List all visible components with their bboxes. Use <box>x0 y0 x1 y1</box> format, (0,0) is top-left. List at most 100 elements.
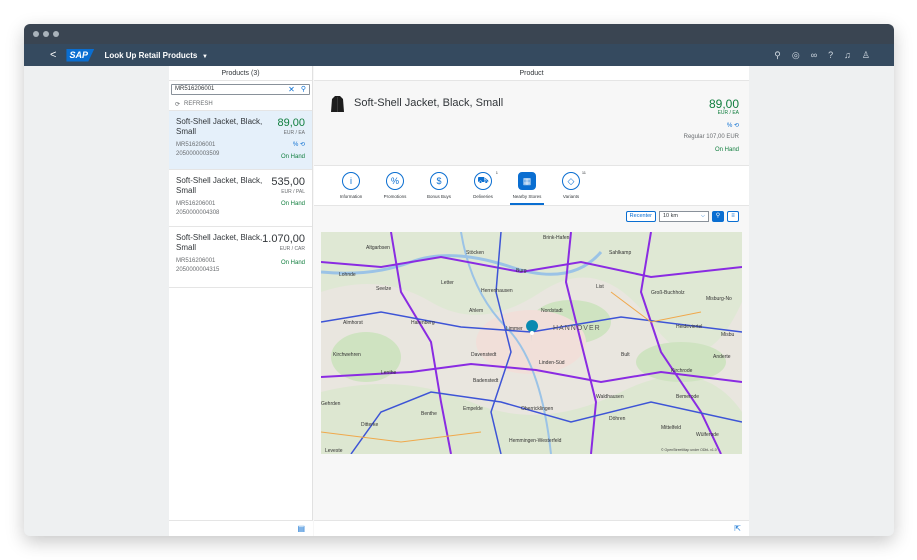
binoculars-icon[interactable]: ∞ <box>811 50 817 61</box>
store-map[interactable]: Brink-Hafen Altgarbsen Stöcken Sahlkamp Lohn… <box>321 232 742 454</box>
shell-bar: < SAP Look Up Retail Products ▼ ⚲ ◎ ∞ ? … <box>24 44 894 66</box>
tab-label: Deliveries <box>473 194 493 199</box>
map-label: Heideviertel <box>676 324 702 330</box>
list-item[interactable]: Soft-Shell Jacket, Black, Small 1.070,00… <box>169 226 312 288</box>
map-label: Ahlem <box>469 308 483 314</box>
tab-count: 1 <box>495 170 498 175</box>
item-name: Soft-Shell Jacket, Black, Small <box>176 117 263 136</box>
detail-page: Product Soft-Shell Jacket, Black, Small … <box>314 66 749 536</box>
map-label: Bult <box>621 352 630 358</box>
map-label: Linden-Süd <box>539 360 565 366</box>
map-label: HANNOVER <box>553 325 601 332</box>
map-canvas[interactable]: Brink-Hafen Altgarbsen Stöcken Sahlkamp Lohn… <box>321 232 742 454</box>
tab-label: Variants <box>562 194 580 199</box>
map-label: Mittelfeld <box>661 425 681 431</box>
chevron-down-icon: ⌵ <box>700 212 705 219</box>
stock-status: On Hand <box>714 147 739 153</box>
bell-icon[interactable]: ♫ <box>844 50 851 61</box>
tab-variants[interactable]: ◇ 11 Variants <box>554 166 588 205</box>
user-icon[interactable]: ♙ <box>862 50 870 61</box>
list-view-button[interactable]: ≡ <box>727 210 739 222</box>
map-label: Nordstadt <box>541 308 563 314</box>
product-unit: EUR / EA <box>717 110 739 116</box>
map-label: Almhorst <box>343 320 363 326</box>
map-label: Leveste <box>325 448 343 454</box>
item-price: 89,00 <box>277 117 305 129</box>
map-toolbar: Recenter 10 km ⌵ ⚲ ≡ <box>314 206 749 226</box>
item-unit: EUR / CAR <box>279 246 305 252</box>
search-input[interactable]: MR516206001 ✕ ⚲ <box>171 84 310 95</box>
map-label: Benthe <box>421 411 437 417</box>
map-label: Misburg-No <box>706 296 732 302</box>
search-icon[interactable]: ⚲ <box>774 50 781 61</box>
promotion-icon: % ⟲ <box>292 142 305 148</box>
list-item[interactable]: Soft-Shell Jacket, Black, Small 89,00 EU… <box>169 110 312 169</box>
map-label: Kirchwehren <box>333 352 361 358</box>
item-sku: MR516206001 <box>176 142 216 148</box>
minimize-dot[interactable] <box>43 31 49 37</box>
tab-bonus-buys[interactable]: $ Bonus Buys <box>422 166 456 205</box>
search-value[interactable]: MR516206001 <box>175 85 214 94</box>
cube-icon: ◇ <box>562 172 580 190</box>
truck-icon: ⛟ <box>474 172 492 190</box>
refresh-button[interactable]: ⟳ REFRESH <box>169 98 312 110</box>
object-header: Soft-Shell Jacket, Black, Small 89,00 EU… <box>314 81 749 166</box>
item-status: On Hand <box>280 201 305 207</box>
sap-logo[interactable]: SAP <box>66 48 95 62</box>
map-label: Herrenhausen <box>481 288 513 294</box>
map-label: Bemerode <box>676 394 699 400</box>
location-pin-button[interactable]: ⚲ <box>712 210 724 222</box>
tab-label: Information <box>339 194 363 199</box>
help-icon[interactable]: ? <box>828 50 833 61</box>
bonus-icon: $ <box>430 172 448 190</box>
item-ean: 2050000004315 <box>176 267 220 273</box>
map-label: Hemmingen-Westerfeld <box>509 438 562 444</box>
item-ean: 2050000004308 <box>176 210 220 216</box>
search-icon[interactable]: ⚲ <box>301 85 306 94</box>
tab-promotions[interactable]: % Promotions <box>378 166 412 205</box>
map-label: Empelde <box>463 406 483 412</box>
maximize-dot[interactable] <box>53 31 59 37</box>
target-icon[interactable]: ◎ <box>792 50 800 61</box>
map-label: Lohnde <box>339 272 356 278</box>
item-unit: EUR / EA <box>283 130 305 136</box>
item-price: 535,00 <box>271 176 305 188</box>
share-icon[interactable]: ⇱ <box>734 524 741 533</box>
map-label: Seelze <box>376 286 392 292</box>
close-dot[interactable] <box>33 31 39 37</box>
list-item[interactable]: Soft-Shell Jacket, Black, Small 535,00 E… <box>169 169 312 226</box>
map-label: Kirchrode <box>671 368 693 374</box>
distance-select[interactable]: 10 km ⌵ <box>659 210 709 222</box>
tab-count: 11 <box>581 170 586 175</box>
tab-label: Promotions <box>383 194 407 199</box>
back-button[interactable]: < <box>50 49 56 61</box>
tab-information[interactable]: i Information <box>334 166 368 205</box>
map-attribution[interactable]: © OpenStreetMap under ODbL v1.0 <box>661 448 717 452</box>
item-status: On Hand <box>280 260 305 266</box>
map-label: Anderte <box>713 354 731 360</box>
map-label: Badenstedt <box>473 378 499 384</box>
store-icon: ▦ <box>518 172 536 190</box>
item-status: On Hand <box>280 154 305 160</box>
product-image <box>331 96 344 112</box>
map-label: Oberricklingen <box>521 406 553 412</box>
map-label: Limmer <box>506 326 523 332</box>
item-price: 1.070,00 <box>262 233 305 245</box>
tab-nearby-stores[interactable]: ▦ Nearby Stores <box>510 166 544 205</box>
clear-icon[interactable]: ✕ <box>288 85 295 94</box>
recenter-button[interactable]: Recenter <box>625 210 656 222</box>
chevron-down-icon: ▼ <box>200 53 208 60</box>
barcode-scan-icon[interactable]: ▤ <box>297 524 305 533</box>
product-title: Soft-Shell Jacket, Black, Small <box>354 97 504 109</box>
map-label: Davenstedt <box>471 352 497 358</box>
app-title[interactable]: Look Up Retail Products ▼ <box>104 51 208 60</box>
map-label: Ditterke <box>361 422 378 428</box>
map-label: Stöcken <box>466 250 484 256</box>
map-label: Harenberg <box>411 320 435 326</box>
map-label: Sahlkamp <box>609 250 631 256</box>
app-window: < SAP Look Up Retail Products ▼ ⚲ ◎ ∞ ? … <box>24 24 894 536</box>
list-icon: ≡ <box>731 212 735 219</box>
tab-deliveries[interactable]: ⛟ 1 Deliveries <box>466 166 500 205</box>
pin-icon: ⚲ <box>715 212 721 219</box>
distance-value: 10 km <box>663 212 678 219</box>
